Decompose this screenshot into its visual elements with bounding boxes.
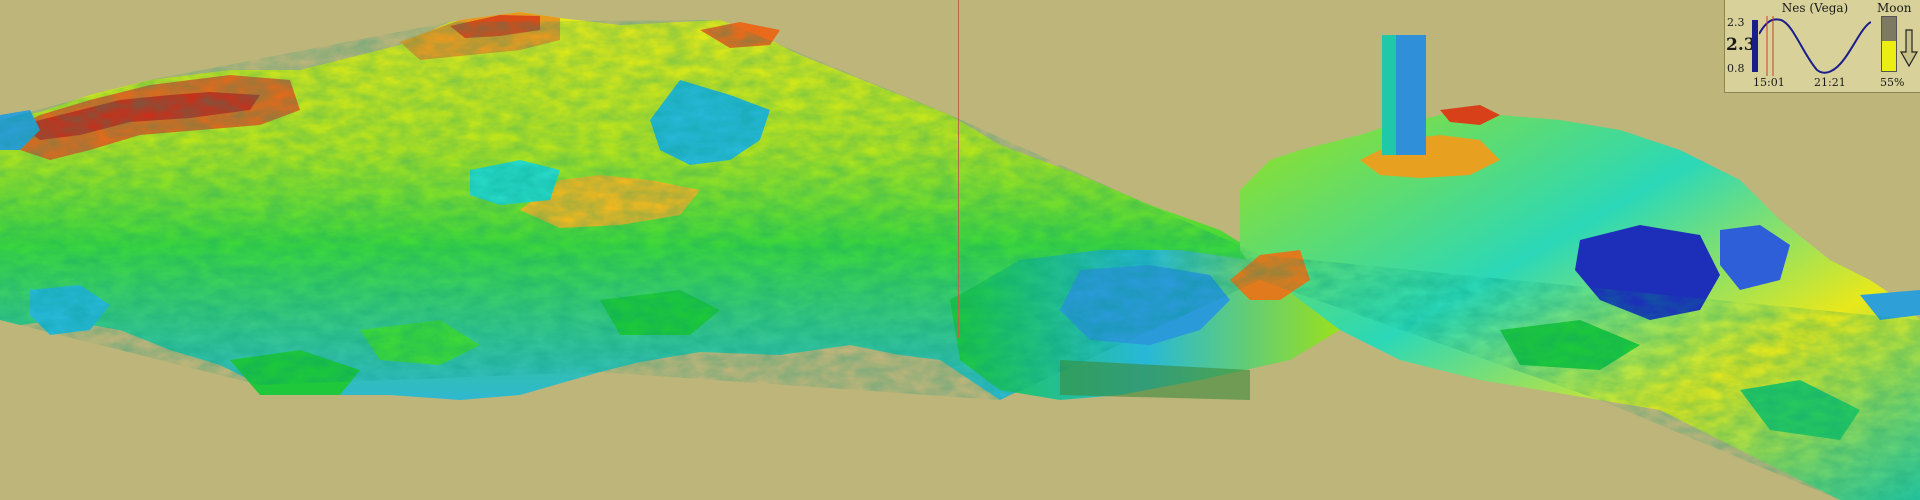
moon-dark-portion xyxy=(1882,17,1896,42)
moon-illumination-percent: 55% xyxy=(1880,76,1905,89)
tide-max-level: 2.3 xyxy=(1727,16,1745,29)
blue-tower-side xyxy=(1382,35,1396,155)
down-arrow-icon xyxy=(1899,29,1919,68)
observer-marker-line xyxy=(958,0,959,338)
tide-widget[interactable]: Nes (Vega) 2.3 2.3 0.8 15:01 21:21 Moon … xyxy=(1724,0,1920,93)
tide-time-low: 21:21 xyxy=(1814,76,1846,89)
map-3d-viewport[interactable]: Nes (Vega) 2.3 2.3 0.8 15:01 21:21 Moon … xyxy=(0,0,1920,500)
tide-curve xyxy=(1759,18,1871,74)
moon-illumination-bar xyxy=(1881,16,1897,72)
terrain-surface[interactable] xyxy=(0,0,1920,500)
tide-time-high: 15:01 xyxy=(1753,76,1785,89)
moon-label: Moon xyxy=(1877,1,1912,15)
tide-level-bar xyxy=(1752,20,1758,72)
tide-min-level: 0.8 xyxy=(1727,62,1745,75)
tide-curve-graph xyxy=(1759,16,1871,76)
tide-location-label: Nes (Vega) xyxy=(1781,1,1849,15)
